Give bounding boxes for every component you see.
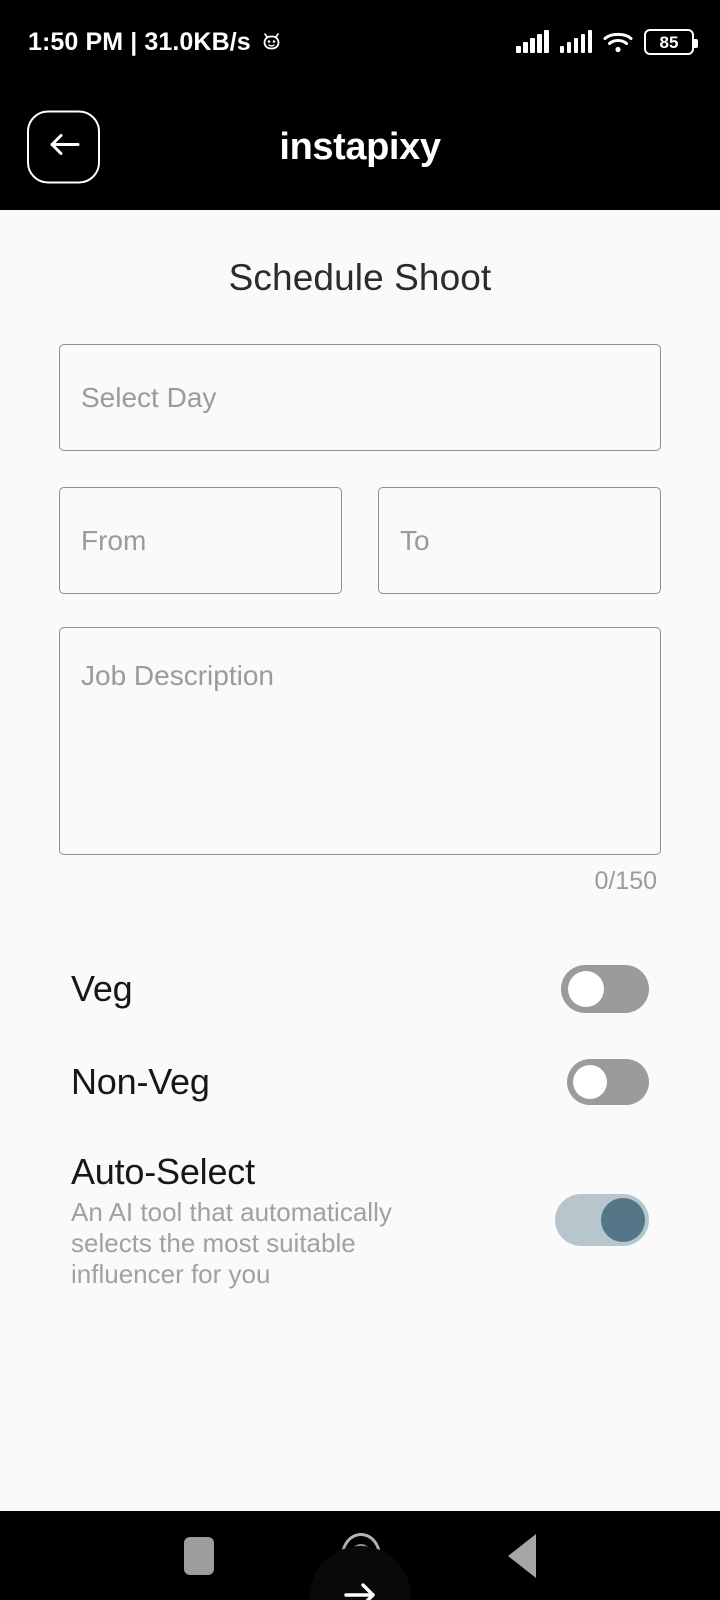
preference-row-auto-select: Auto-Select An AI tool that automaticall… bbox=[71, 1151, 649, 1290]
from-placeholder: From bbox=[81, 524, 147, 556]
select-day-input[interactable]: Select Day bbox=[59, 344, 661, 451]
app-bar: instapixy bbox=[0, 84, 720, 210]
back-button[interactable] bbox=[27, 110, 100, 184]
select-day-placeholder: Select Day bbox=[81, 381, 217, 413]
status-time-network: 1:50 PM | 31.0KB/s bbox=[28, 27, 251, 56]
phone-screen: 1:50 PM | 31.0KB/s 85 instapixy Schedule… bbox=[0, 0, 720, 1600]
from-time-input[interactable]: From bbox=[59, 487, 342, 594]
preference-text-auto-select: Auto-Select An AI tool that automaticall… bbox=[71, 1151, 535, 1290]
job-description-input[interactable]: Job Description bbox=[59, 627, 661, 855]
battery-indicator: 85 bbox=[644, 29, 698, 55]
to-placeholder: To bbox=[400, 524, 430, 556]
auto-select-toggle-knob bbox=[601, 1198, 645, 1243]
veg-label: Veg bbox=[71, 968, 133, 1009]
auto-select-description: An AI tool that automatically selects th… bbox=[71, 1197, 392, 1289]
status-bar-left: 1:50 PM | 31.0KB/s bbox=[28, 28, 282, 57]
preferences-section: Veg Non-Veg Auto-Select An AI tool that … bbox=[0, 965, 720, 1290]
to-time-input[interactable]: To bbox=[378, 487, 661, 594]
preference-row-non-veg: Non-Veg bbox=[71, 1059, 649, 1105]
veg-toggle-knob bbox=[568, 971, 604, 1007]
non-veg-toggle[interactable] bbox=[567, 1059, 649, 1105]
arrow-right-icon bbox=[338, 1580, 382, 1600]
android-robot-icon bbox=[261, 31, 282, 53]
time-range-row: From To bbox=[59, 487, 661, 594]
battery-level-text: 85 bbox=[659, 32, 679, 52]
non-veg-label: Non-Veg bbox=[71, 1061, 210, 1102]
signal-bars-icon bbox=[516, 30, 549, 53]
preference-row-veg: Veg bbox=[71, 965, 649, 1013]
auto-select-label: Auto-Select bbox=[71, 1151, 255, 1192]
auto-select-toggle[interactable] bbox=[555, 1194, 649, 1247]
job-description-placeholder: Job Description bbox=[81, 660, 274, 691]
non-veg-toggle-knob bbox=[573, 1065, 607, 1099]
next-button[interactable] bbox=[309, 1546, 411, 1600]
preference-text-non-veg: Non-Veg bbox=[71, 1061, 547, 1103]
veg-toggle[interactable] bbox=[561, 965, 649, 1013]
character-counter: 0/150 bbox=[594, 867, 657, 895]
status-bar: 1:50 PM | 31.0KB/s 85 bbox=[0, 0, 720, 84]
arrow-left-icon bbox=[47, 132, 81, 163]
preference-text-veg: Veg bbox=[71, 968, 541, 1010]
signal-bars-icon bbox=[559, 30, 592, 53]
app-title: instapixy bbox=[279, 125, 441, 168]
page-title: Schedule Shoot bbox=[228, 257, 492, 298]
status-bar-right: 85 bbox=[516, 29, 698, 55]
wifi-icon bbox=[603, 31, 633, 54]
schedule-form: Select Day From To Job Description 0/150 bbox=[0, 344, 720, 896]
main-content: Schedule Shoot Select Day From To Job De… bbox=[0, 210, 720, 1600]
next-button-container bbox=[0, 1546, 720, 1600]
